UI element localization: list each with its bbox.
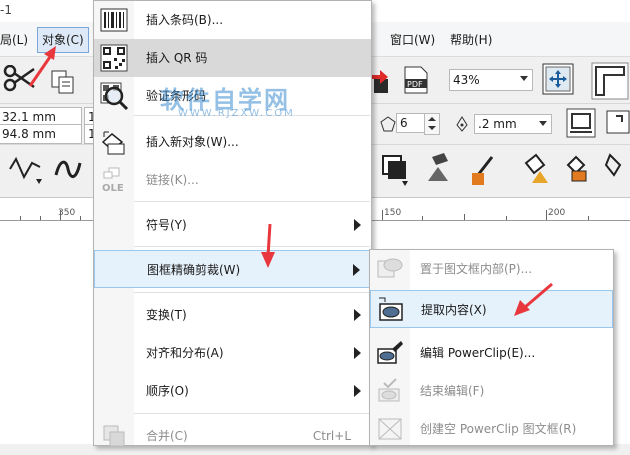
ole-icon: OLE: [102, 167, 124, 194]
wrap-text-icon[interactable]: [566, 108, 596, 138]
finish-editing-icon: [378, 378, 400, 402]
menu-item-symbol[interactable]: 符号(Y): [94, 206, 371, 244]
qr-code-icon: [100, 44, 128, 72]
freehand-tool-icon[interactable]: [8, 153, 44, 187]
menu-separator: [134, 246, 370, 247]
place-inside-frame-icon: [377, 258, 403, 278]
menu-item-combine[interactable]: 合并(C) Ctrl+L: [94, 417, 371, 455]
annotation-arrow-icon: [28, 46, 56, 87]
menu-separator: [134, 201, 370, 202]
menu-item-insert-barcode[interactable]: 插入条码(B)...: [94, 1, 371, 39]
submenu-item-label: 提取内容(X): [421, 303, 487, 317]
polygon-sides-icon: [380, 116, 396, 132]
ruler-tick: [464, 214, 465, 220]
svg-text:PDF: PDF: [407, 80, 423, 89]
menu-item-shortcut: Ctrl+L: [312, 429, 351, 443]
ruler-label: 200: [548, 208, 566, 218]
outline-width-combo[interactable]: .2 mm: [474, 114, 552, 134]
ruler-tick: [506, 216, 507, 220]
magnifier-qr-icon: [100, 82, 128, 110]
submenu-arrow-icon: [354, 385, 361, 397]
export-icon[interactable]: [370, 67, 392, 95]
menu-item-label: 插入条码(B)...: [146, 13, 224, 27]
outline-tool-icon[interactable]: [604, 151, 630, 187]
ruler-tick: [422, 216, 423, 220]
insert-object-icon: [101, 131, 125, 155]
smart-draw-icon[interactable]: [54, 155, 82, 183]
submenu-item-place-inside-frame[interactable]: 置于图文框内部(P)...: [370, 250, 613, 288]
spin-up-icon[interactable]: [428, 117, 436, 121]
spin-down-icon[interactable]: [428, 126, 436, 130]
submenu-item-edit-powerclip[interactable]: 编辑 PowerClip(E)...: [370, 334, 613, 372]
ruler-tick: [60, 210, 61, 220]
menu-item-align-distribute[interactable]: 对齐和分布(A): [94, 334, 371, 372]
transparency-tool-icon[interactable]: [422, 151, 454, 187]
menu-item-label: 合并(C): [146, 429, 188, 443]
ole-icon-text: OLE: [102, 183, 124, 194]
edit-powerclip-icon: [377, 341, 403, 364]
pen-nib-icon: [456, 116, 468, 132]
annotation-arrow-icon: [261, 223, 275, 268]
barcode-icon: [100, 8, 128, 32]
smart-fill-icon[interactable]: [562, 151, 592, 187]
rulers-icon[interactable]: [590, 61, 630, 101]
menu-item-label: 插入 QR 码: [146, 51, 208, 65]
watermark-sub: WWW.RJZXW.COM: [178, 108, 295, 119]
menu-item-label: 顺序(O): [146, 384, 189, 398]
sides-spinner[interactable]: [424, 113, 440, 135]
menu-item-label: 符号(Y): [146, 218, 187, 232]
full-screen-preview-icon[interactable]: [542, 63, 574, 95]
outline-width-value: .2 mm: [478, 117, 517, 131]
object-menu: 插入条码(B)... 插入 QR 码 验证条形码 插入新对象(W)... OLE…: [93, 0, 372, 447]
submenu-item-label: 创建空 PowerClip 图文框(R): [420, 422, 577, 436]
menu-item-transform[interactable]: 变换(T): [94, 296, 371, 334]
ruler-tick: [40, 216, 41, 220]
window-title: -1: [0, 3, 12, 17]
submenu-item-create-empty-frame[interactable]: 创建空 PowerClip 图文框(R): [370, 410, 613, 448]
empty-frame-icon: [378, 418, 402, 440]
menu-item-label: 对齐和分布(A): [146, 346, 224, 360]
submenu-item-finish-editing[interactable]: 结束编辑(F): [370, 372, 613, 410]
outline-pen-icon[interactable]: [606, 110, 630, 138]
submenu-arrow-icon: [354, 219, 361, 231]
menu-item-powerclip[interactable]: 图框精确剪裁(W): [94, 250, 371, 288]
menu-item-label: 插入新对象(W)...: [146, 135, 239, 149]
menu-item-links[interactable]: OLE 链接(K)...: [94, 161, 371, 199]
submenu-item-extract-contents[interactable]: 提取内容(X): [370, 290, 613, 328]
submenu-arrow-icon: [353, 264, 360, 276]
ruler-tick: [382, 210, 383, 220]
drop-shadow-tool-icon[interactable]: [380, 153, 410, 189]
ruler-tick: [588, 216, 589, 220]
menu-item-label: 变换(T): [146, 308, 187, 322]
zoom-value: 43%: [453, 73, 480, 87]
submenu-item-label: 编辑 PowerClip(E)...: [420, 346, 536, 360]
fill-tool-icon[interactable]: [518, 151, 550, 187]
menu-item-label: 图框精确剪裁(W): [147, 263, 241, 277]
annotation-arrow-icon: [514, 282, 553, 316]
menu-item-label: 链接(K)...: [146, 173, 199, 187]
pdf-icon[interactable]: PDF: [402, 65, 430, 95]
menu-help[interactable]: 帮助(H): [446, 30, 496, 50]
submenu-arrow-icon: [354, 347, 361, 359]
y-position-field[interactable]: 94.8 mm: [0, 124, 82, 144]
submenu-arrow-icon: [354, 309, 361, 321]
menu-separator: [134, 413, 370, 414]
ruler-tick: [546, 210, 547, 220]
chevron-down-icon: [539, 121, 547, 126]
menu-item-insert-qr[interactable]: 插入 QR 码: [94, 39, 371, 77]
ruler-tick: [80, 216, 81, 220]
eyedropper-tool-icon[interactable]: [470, 151, 500, 187]
menu-separator: [134, 292, 370, 293]
menu-window[interactable]: 窗口(W): [386, 30, 439, 50]
zoom-combo[interactable]: 43%: [449, 69, 533, 91]
menu-item-order[interactable]: 顺序(O): [94, 372, 371, 410]
menu-item-insert-new-object[interactable]: 插入新对象(W)...: [94, 123, 371, 161]
chevron-down-icon: [520, 76, 528, 81]
extract-contents-icon: [379, 297, 403, 321]
submenu-item-label: 结束编辑(F): [420, 384, 485, 398]
ruler-tick: [20, 216, 21, 220]
ruler-label: 150: [384, 208, 402, 218]
combine-icon: [103, 425, 125, 447]
powerclip-submenu: 置于图文框内部(P)... 提取内容(X) 编辑 PowerClip(E)...…: [369, 249, 614, 446]
